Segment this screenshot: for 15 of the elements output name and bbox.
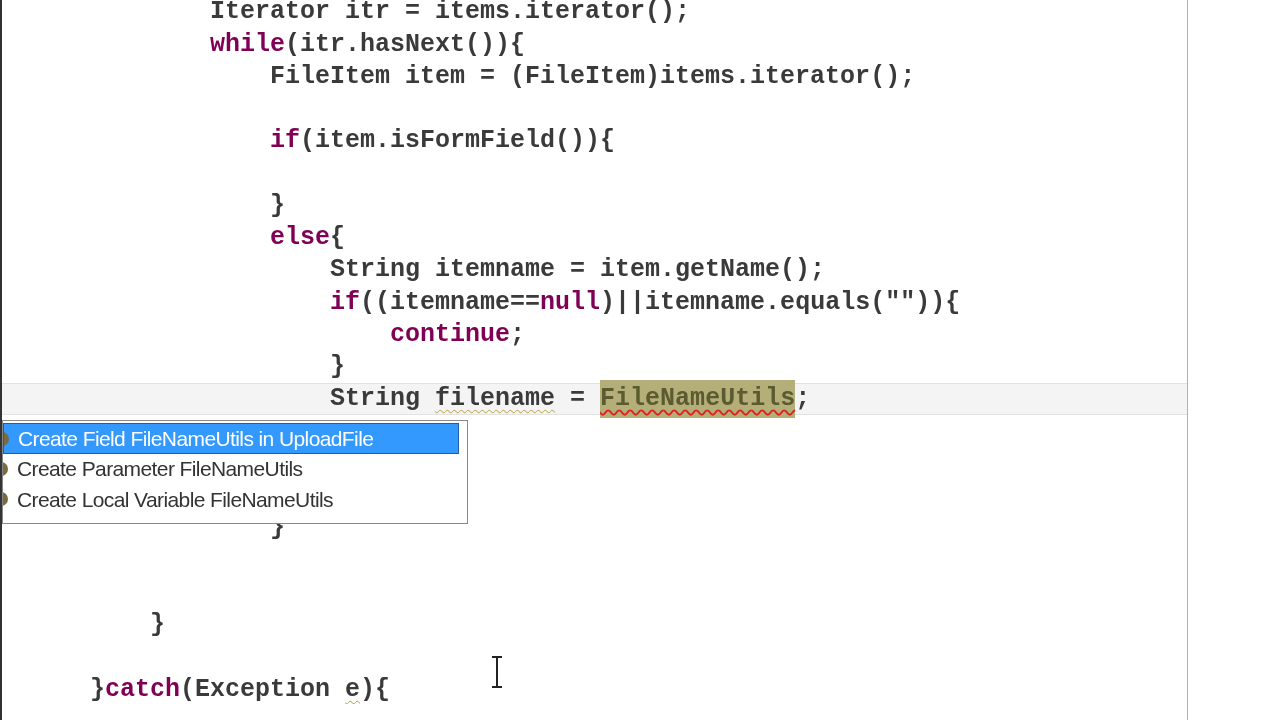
- code-line: String itemname = item.getName();: [329, 254, 827, 287]
- code-line: while(itr.hasNext()){: [209, 28, 527, 61]
- code-line: }catch(Exception e){: [89, 673, 392, 706]
- code-line: }: [269, 189, 287, 222]
- quick-fix-item[interactable]: Create Local Variable FileNameUtils: [3, 484, 459, 515]
- code-line: continue;: [389, 318, 527, 351]
- text-cursor-icon: [490, 656, 504, 688]
- quick-fix-item[interactable]: Create Parameter FileNameUtils: [3, 453, 459, 484]
- code-line: if((itemname==null)||itemname.equals("")){: [329, 286, 962, 319]
- code-line: }: [149, 609, 166, 641]
- code-line: if(item.isFormField()){: [269, 125, 617, 158]
- code-line: }: [329, 351, 347, 383]
- code-line: Iterator itr = items.iterator();: [209, 0, 692, 29]
- code-line: else{: [269, 222, 347, 254]
- code-line: FileItem item = (FileItem)items.iterator();: [269, 60, 917, 93]
